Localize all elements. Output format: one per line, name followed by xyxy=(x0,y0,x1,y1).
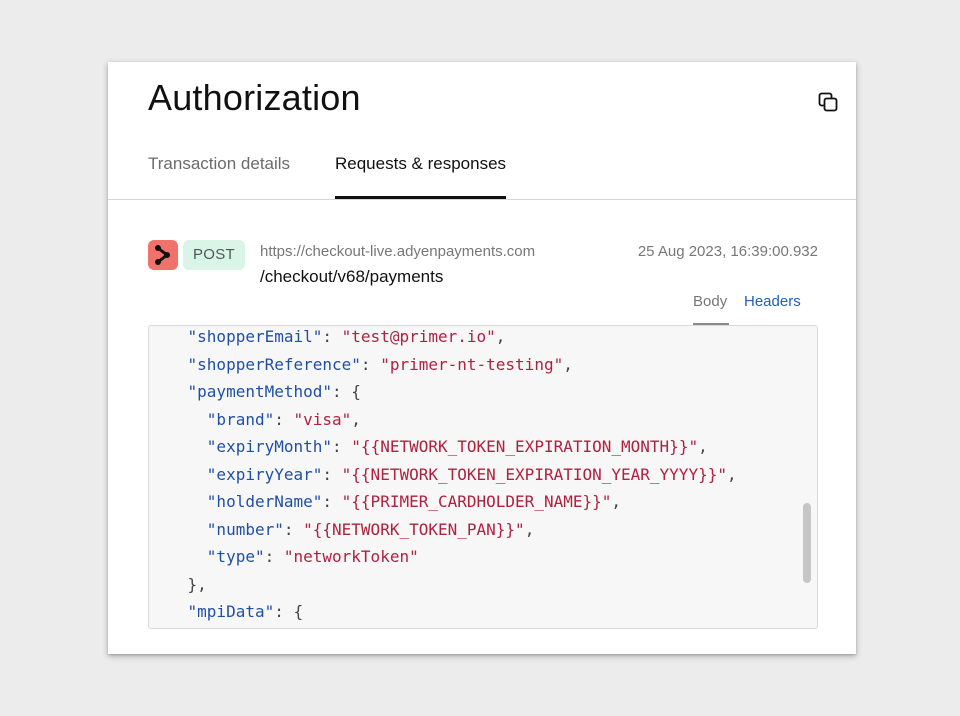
json-punctuation: : xyxy=(332,437,352,456)
json-key: "expiryMonth" xyxy=(206,437,333,456)
panel-title: Authorization xyxy=(148,77,361,118)
copy-button[interactable] xyxy=(816,90,840,114)
json-punctuation: : xyxy=(322,492,342,511)
json-code-block: "shopperEmail": "test@primer.io", "shopp… xyxy=(149,326,737,626)
code-line: "mpiData": { xyxy=(149,598,737,626)
json-punctuation: , xyxy=(726,464,737,484)
json-key: "brand" xyxy=(206,409,275,429)
tab-transaction-details[interactable]: Transaction details xyxy=(148,148,290,198)
code-line: "shopperReference": "primer-nt-testing", xyxy=(149,351,737,379)
json-punctuation: }, xyxy=(187,574,207,594)
json-punctuation: , xyxy=(698,437,708,456)
code-line: "expiryMonth": "{{NETWORK_TOKEN_EXPIRATI… xyxy=(149,433,737,461)
code-line: "number": "{{NETWORK_TOKEN_PAN}}", xyxy=(149,516,737,544)
json-punctuation: : xyxy=(332,382,352,401)
code-line: }, xyxy=(149,571,737,599)
json-string-value: "test@primer.io" xyxy=(341,327,496,346)
json-punctuation: , xyxy=(524,519,535,539)
tab-bar: Transaction details Requests & responses xyxy=(108,148,856,200)
request-host: https://checkout-live.adyenpayments.com xyxy=(260,243,536,260)
scrollbar-thumb[interactable] xyxy=(803,503,811,583)
authorization-panel: Authorization Transaction details Reques… xyxy=(108,62,856,654)
request-path: /checkout/v68/payments xyxy=(260,267,444,286)
json-key: "mpiData" xyxy=(187,602,275,621)
json-string-value: "{{PRIMER_CARDHOLDER_NAME}}" xyxy=(341,492,612,511)
json-punctuation: { xyxy=(351,382,361,401)
code-line: "holderName": "{{PRIMER_CARDHOLDER_NAME}… xyxy=(149,488,737,516)
json-punctuation: , xyxy=(351,409,361,429)
method-badge: POST xyxy=(183,240,245,270)
json-string-value: "{{NETWORK_TOKEN_EXPIRATION_YEAR_YYYY}}" xyxy=(341,464,727,484)
json-string-value: "networkToken" xyxy=(283,547,419,566)
json-punctuation: : xyxy=(322,464,342,484)
json-string-value: "{{NETWORK_TOKEN_PAN}}" xyxy=(303,519,525,539)
json-punctuation: : xyxy=(274,409,294,429)
json-key: "paymentMethod" xyxy=(187,382,333,401)
code-line: "brand": "visa", xyxy=(149,406,737,434)
json-string-value: "primer-nt-testing" xyxy=(380,354,564,374)
subtab-body[interactable]: Body xyxy=(693,292,729,325)
tab-requests-responses[interactable]: Requests & responses xyxy=(335,148,507,199)
request-timestamp: 25 Aug 2023, 16:39:00.932 xyxy=(637,243,818,260)
code-line: "type": "networkToken" xyxy=(149,543,737,571)
request-body-viewer[interactable]: "shopperEmail": "test@primer.io", "shopp… xyxy=(148,325,818,629)
json-punctuation: : xyxy=(283,519,304,539)
json-key: "shopperReference" xyxy=(187,354,361,374)
copy-icon xyxy=(818,92,838,112)
json-punctuation: , xyxy=(495,327,506,346)
json-punctuation: : xyxy=(360,354,381,374)
json-punctuation: : xyxy=(264,547,284,566)
json-punctuation: : xyxy=(274,602,294,621)
json-string-value: "{{NETWORK_TOKEN_EXPIRATION_MONTH}}" xyxy=(351,437,699,456)
code-line: "expiryYear": "{{NETWORK_TOKEN_EXPIRATIO… xyxy=(149,461,737,489)
json-punctuation: , xyxy=(563,354,573,374)
subtab-headers[interactable]: Headers xyxy=(744,292,801,325)
json-punctuation: { xyxy=(293,602,304,621)
json-punctuation: : xyxy=(322,327,342,346)
adyen-logo-icon xyxy=(148,240,178,270)
code-line: "paymentMethod": { xyxy=(149,378,737,406)
json-key: "holderName" xyxy=(206,492,323,511)
json-key: "shopperEmail" xyxy=(187,327,323,346)
json-string-value: "visa" xyxy=(293,409,352,429)
json-key: "number" xyxy=(206,519,284,539)
json-punctuation: , xyxy=(611,492,622,511)
json-key: "expiryYear" xyxy=(206,464,323,484)
code-line: "shopperEmail": "test@primer.io", xyxy=(149,326,737,351)
json-key: "type" xyxy=(206,547,265,566)
